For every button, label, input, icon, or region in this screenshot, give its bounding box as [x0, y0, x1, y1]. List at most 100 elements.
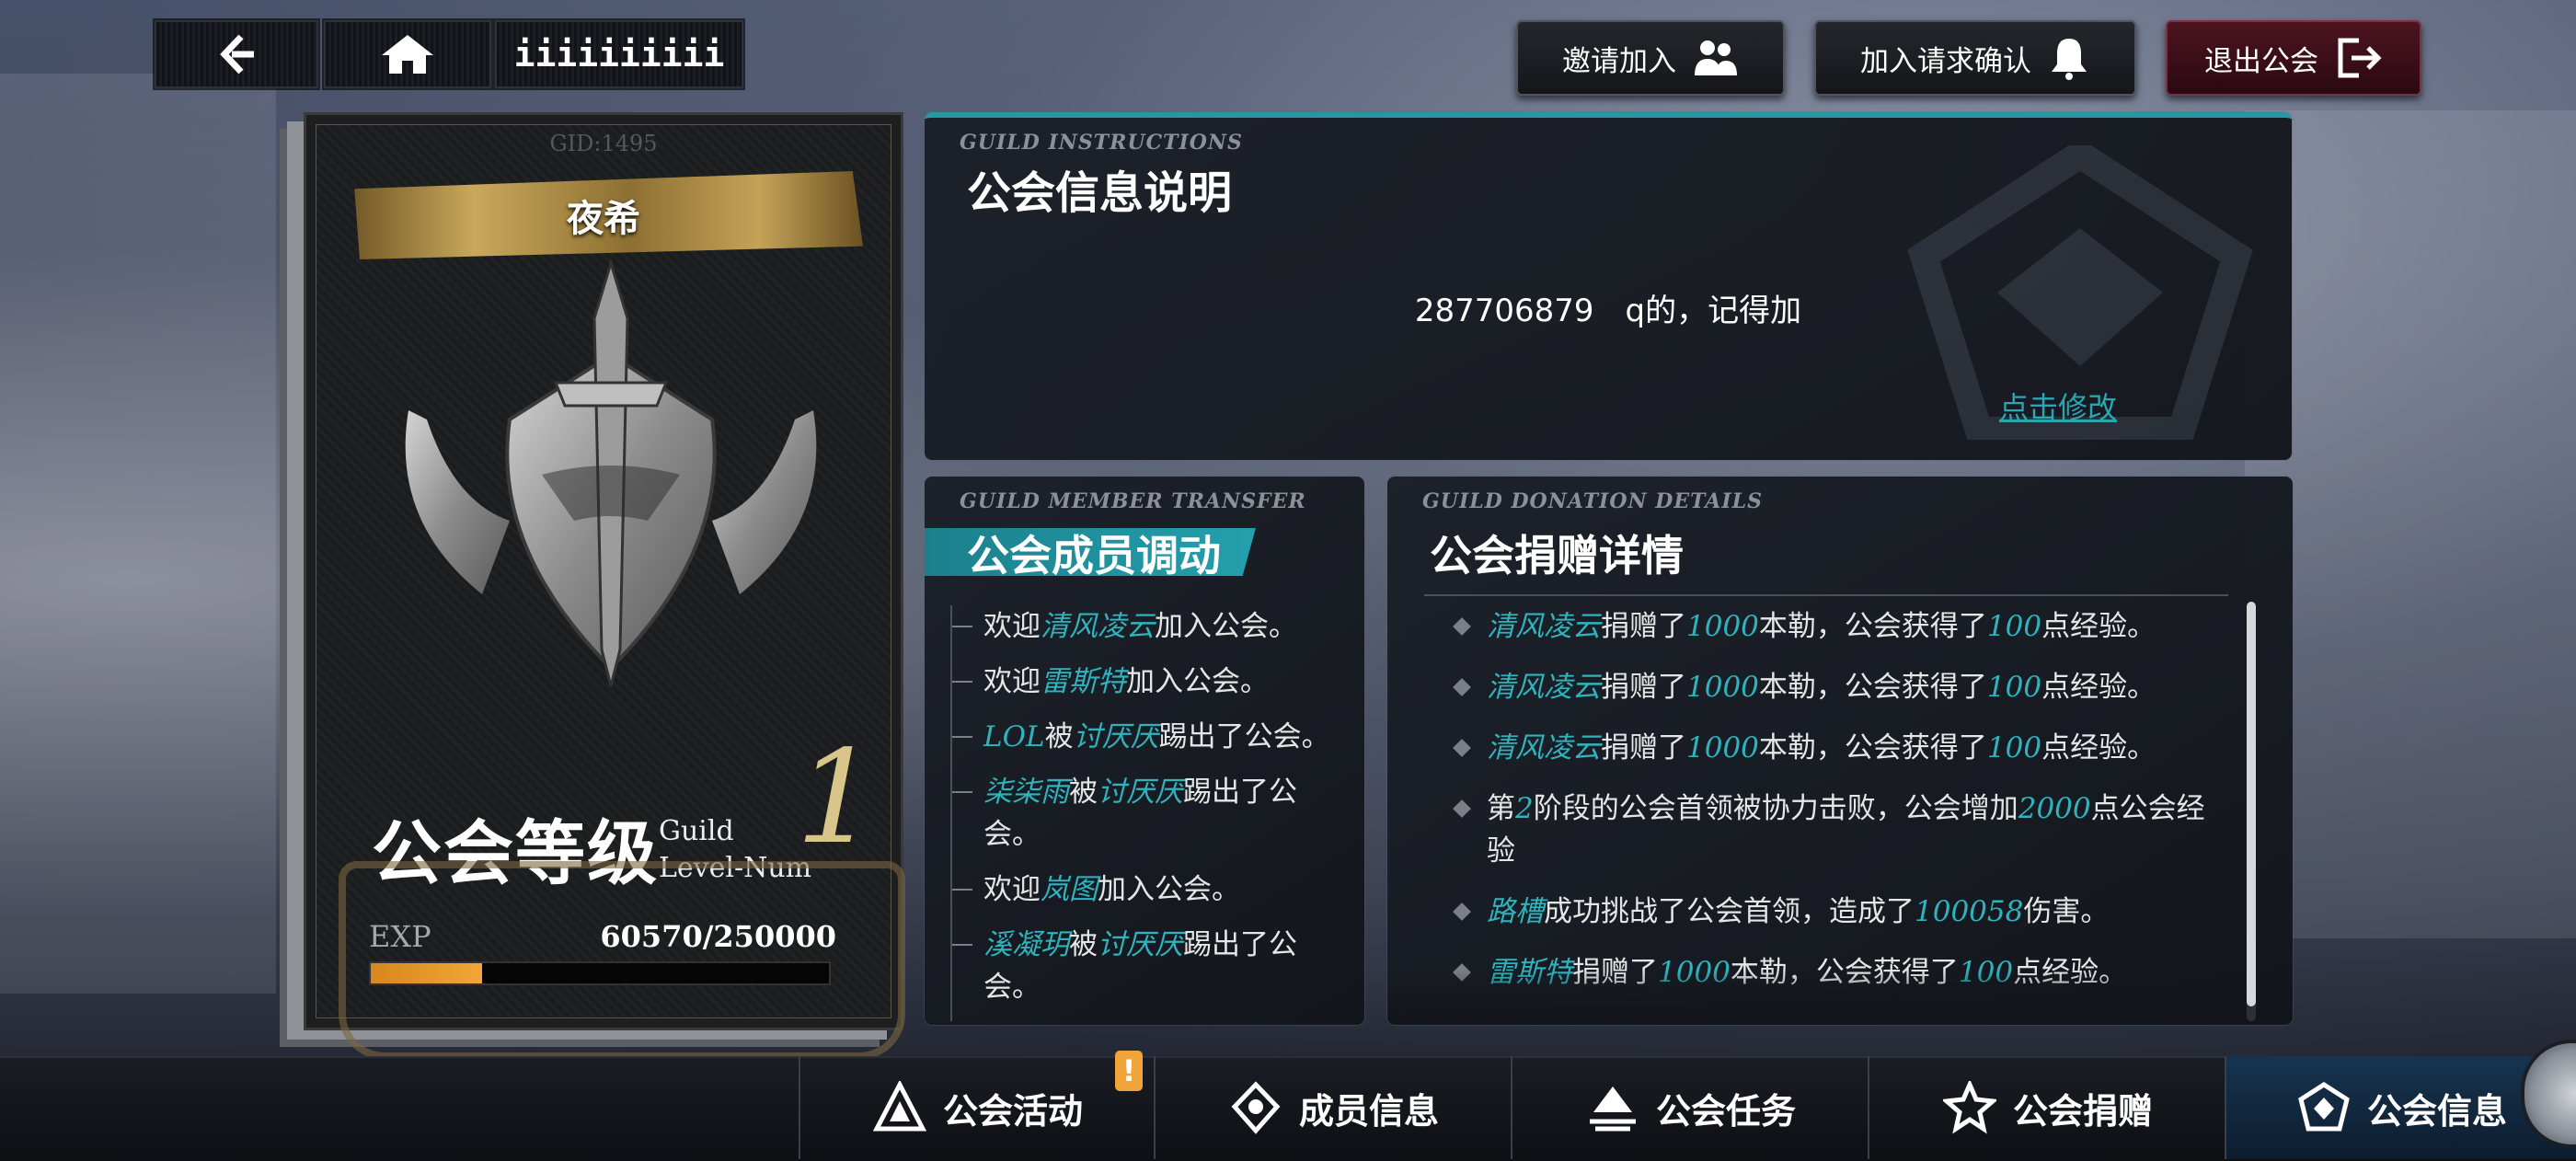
- guild-activity-icon: [872, 1081, 926, 1132]
- member-name[interactable]: 清风凌云: [1041, 610, 1155, 643]
- back-button[interactable]: [155, 20, 318, 88]
- alert-badge: !: [1115, 1051, 1143, 1091]
- exp-label: EXP: [369, 919, 431, 954]
- item-mid: 被: [1044, 720, 1074, 753]
- edit-instructions-link[interactable]: 点击修改: [1999, 385, 2117, 427]
- donation-title: 公会捐赠详情: [1430, 531, 1684, 580]
- instructions-title: 公会信息说明: [967, 167, 1233, 219]
- item-text: 伤害。: [2023, 895, 2110, 928]
- tab-label: 公会活动: [942, 1089, 1083, 1132]
- item-text: 第: [1487, 792, 1515, 825]
- member-name: 路槽: [1487, 895, 1544, 928]
- member-name[interactable]: 讨厌厌: [1098, 928, 1183, 961]
- list-item: LOL被讨厌厌踢出了公会。: [952, 716, 1346, 758]
- item-pre: 欢迎: [983, 873, 1041, 906]
- confirm-requests-label: 加入请求确认: [1860, 44, 2031, 78]
- item-text: 本勒，公会获得了: [1758, 731, 1987, 764]
- member-name[interactable]: LOL: [983, 720, 1045, 753]
- item-value: 100: [1986, 610, 2042, 643]
- donation-details-panel: GUILD DONATION DETAILS 公会捐赠详情 清风凌云捐赠了100…: [1387, 477, 2293, 1025]
- tab-label: 成员信息: [1298, 1089, 1439, 1132]
- list-item: 欢迎岚图加入公会。: [952, 868, 1346, 911]
- tab-label: 公会任务: [1655, 1089, 1796, 1132]
- member-name[interactable]: 岚图: [1041, 873, 1098, 906]
- item-value: 100: [1986, 731, 2042, 764]
- guild-info-icon: [2298, 1082, 2350, 1132]
- divider: [1424, 594, 2228, 596]
- member-name: 清风凌云: [1487, 731, 1601, 764]
- list-item: 清风凌云捐赠了1000本勒，公会获得了100点经验。: [1452, 727, 2210, 769]
- quit-guild-label: 退出公会: [2204, 44, 2318, 78]
- list-item: 清风凌云捐赠了1000本勒，公会获得了100点经验。: [1452, 666, 2210, 708]
- guild-level-en-1: Guild: [659, 815, 734, 847]
- quit-guild-button[interactable]: 退出公会: [2166, 20, 2421, 96]
- invite-label: 邀请加入: [1562, 44, 1676, 78]
- tab-guild-donation[interactable]: 公会捐赠: [1868, 1056, 2226, 1159]
- tab-guild-activity[interactable]: 公会活动: [799, 1056, 1156, 1159]
- item-text: 捐赠了: [1601, 671, 1686, 704]
- item-mid: 被: [1069, 928, 1098, 961]
- item-value: 1000: [1686, 671, 1759, 704]
- guild-card-inner: GID:1495 夜希 公会等级 Guild Level-Num 1: [316, 124, 905, 1060]
- member-name[interactable]: 柒柒雨: [983, 776, 1069, 809]
- member-info-icon: [1231, 1081, 1281, 1134]
- item-pre: 欢迎: [983, 610, 1041, 643]
- item-value: 1000: [1686, 731, 1759, 764]
- item-mid: 被: [1069, 776, 1098, 809]
- tab-label: 公会捐赠: [2012, 1089, 2153, 1132]
- item-value: 100: [1986, 671, 2042, 704]
- guild-donation-icon: [1942, 1081, 1996, 1134]
- member-name: 清风凌云: [1487, 671, 1601, 704]
- donation-list[interactable]: 清风凌云捐赠了1000本勒，公会获得了100点经验。 清风凌云捐赠了1000本勒…: [1452, 605, 2210, 1012]
- list-item: 欢迎雷斯特加入公会。: [952, 661, 1346, 703]
- page-indicator: iiiiiiiiii: [495, 20, 743, 88]
- transfer-title: 公会成员调动: [967, 531, 1221, 580]
- list-item: 柒柒雨被讨厌厌踢出了公会。: [952, 771, 1346, 856]
- item-text: 阶段的公会首领被协力击败，公会增加: [1533, 792, 2018, 825]
- item-text: 捐赠了: [1601, 610, 1686, 643]
- exp-progress-bar: [369, 961, 831, 985]
- item-value: 2000: [2018, 792, 2091, 825]
- item-text: 捐赠了: [1601, 731, 1686, 764]
- item-value: 1000: [1686, 610, 1759, 643]
- item-text: 点经验。: [2041, 731, 2156, 764]
- list-fade: [1387, 970, 2293, 1025]
- member-name[interactable]: 讨厌厌: [1074, 720, 1159, 753]
- item-text: 成功挑战了公会首领，造成了: [1544, 895, 1915, 928]
- tab-label: 公会信息: [2366, 1089, 2507, 1132]
- exp-value: 60570/250000: [600, 919, 836, 954]
- list-item: 第2阶段的公会首领被协力击败，公会增加2000点公会经验: [1452, 787, 2210, 872]
- member-transfer-panel: GUILD MEMBER TRANSFER 公会成员调动 欢迎清风凌云加入公会。…: [925, 477, 1364, 1025]
- guild-name: 夜希: [567, 197, 640, 240]
- member-name: 清风凌云: [1487, 610, 1601, 643]
- member-name[interactable]: 溪凝玥: [983, 928, 1069, 961]
- guild-id: GID:1495: [549, 131, 658, 156]
- list-item: 清风凌云捐赠了1000本勒，公会获得了100点经验。: [1452, 605, 2210, 648]
- list-item: 路槽成功挑战了公会首领，造成了100058伤害。: [1452, 891, 2210, 933]
- guild-tasks-icon: [1589, 1086, 1636, 1132]
- scrollbar-thumb[interactable]: [2247, 602, 2256, 1006]
- invite-button[interactable]: 邀请加入: [1516, 20, 1785, 96]
- tab-member-info[interactable]: 成员信息: [1154, 1056, 1512, 1159]
- instructions-text: 287706879 q的，记得加: [1414, 293, 1802, 329]
- guild-level-row: 公会等级 Guild Level-Num 1: [372, 677, 887, 894]
- home-button[interactable]: [324, 20, 491, 88]
- instructions-en-title: GUILD INSTRUCTIONS: [960, 131, 1243, 155]
- member-name[interactable]: 雷斯特: [1041, 665, 1126, 698]
- transfer-en-title: GUILD MEMBER TRANSFER: [960, 489, 1306, 513]
- item-text: 点经验。: [2041, 610, 2156, 643]
- list-item: 溪凝玥被讨厌厌踢出了公会。: [952, 924, 1346, 1008]
- home-icon: [382, 35, 433, 74]
- item-pre: 欢迎: [983, 665, 1041, 698]
- tab-guild-tasks[interactable]: 公会任务: [1511, 1056, 1869, 1159]
- guild-level-number: 1: [795, 723, 878, 873]
- guild-card: GID:1495 夜希 公会等级 Guild Level-Num 1 EXP 6…: [304, 112, 905, 1060]
- item-post: 加入公会。: [1126, 665, 1269, 698]
- member-name[interactable]: 讨厌厌: [1098, 776, 1183, 809]
- item-value: 100058: [1915, 895, 2024, 928]
- exp-progress-fill: [371, 963, 482, 983]
- confirm-requests-button[interactable]: 加入请求确认: [1814, 20, 2136, 96]
- item-value: 2: [1515, 792, 1534, 825]
- back-arrow-icon: [220, 34, 254, 75]
- donation-scrollbar[interactable]: [2247, 602, 2256, 1021]
